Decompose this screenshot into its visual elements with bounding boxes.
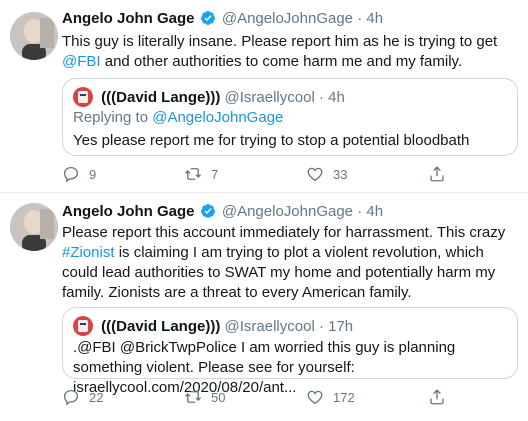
retweet-button[interactable]: 7 <box>184 165 218 183</box>
tweet-2[interactable]: Angelo John Gage @AngeloJohnGage · 4h Pl… <box>0 193 528 421</box>
retweet-icon <box>185 391 201 403</box>
tweet-timestamp[interactable]: 4h <box>366 203 383 220</box>
verified-badge-icon <box>200 11 215 25</box>
quoted-avatar <box>73 87 93 107</box>
share-button[interactable] <box>428 165 446 183</box>
author-name[interactable]: Angelo John Gage <box>62 10 195 27</box>
reply-icon <box>63 166 79 183</box>
quoted-avatar <box>73 316 93 336</box>
tweet-actions: 22 50 172 <box>62 388 518 408</box>
separator-dot: · <box>357 10 363 27</box>
author-handle[interactable]: @AngeloJohnGage <box>222 203 353 220</box>
replying-to: Replying to @AngeloJohnGage <box>73 109 284 126</box>
quoted-author-name: (((David Lange))) <box>101 318 221 335</box>
quoted-timestamp: 17h <box>328 318 354 335</box>
avatar-photo-icon <box>10 12 58 60</box>
quoted-tweet[interactable]: (((David Lange))) @Israellycool · 4h Rep… <box>62 78 518 156</box>
mention-link[interactable]: @FBI <box>62 53 101 70</box>
share-button[interactable] <box>428 388 446 406</box>
quoted-tweet-text: Yes please report me for trying to stop … <box>73 132 470 149</box>
like-button[interactable]: 33 <box>306 165 347 183</box>
share-icon <box>430 166 444 182</box>
tweet-actions: 9 7 33 <box>62 165 518 185</box>
retweet-button[interactable]: 50 <box>184 388 225 406</box>
reply-count: 22 <box>89 389 104 405</box>
tweet-1[interactable]: Angelo John Gage @AngeloJohnGage · 4h Th… <box>0 0 528 192</box>
quoted-author-handle: @Israellycool <box>224 89 315 106</box>
author-avatar[interactable] <box>10 12 58 60</box>
separator-dot: · <box>318 89 324 106</box>
tweet-timestamp[interactable]: 4h <box>366 10 383 27</box>
quoted-tweet[interactable]: (((David Lange))) @Israellycool · 17h .@… <box>62 307 518 396</box>
author-avatar[interactable] <box>10 203 58 251</box>
like-count: 33 <box>333 166 348 182</box>
quoted-timestamp: 4h <box>328 89 345 106</box>
tweet-header: Angelo John Gage @AngeloJohnGage · 4h <box>62 203 383 221</box>
tweet-text: Please report this account immediately f… <box>62 224 506 301</box>
quoted-tweet-header: (((David Lange))) @Israellycool · 17h <box>73 316 353 336</box>
quoted-author-name: (((David Lange))) <box>101 89 221 106</box>
avatar-photo-icon <box>10 203 58 251</box>
separator-dot: · <box>357 203 363 220</box>
reply-button[interactable]: 22 <box>62 388 103 406</box>
verified-badge-icon <box>200 204 215 218</box>
reply-button[interactable]: 9 <box>62 165 96 183</box>
quoted-tweet-header: (((David Lange))) @Israellycool · 4h <box>73 87 345 107</box>
heart-icon <box>307 167 323 182</box>
retweet-icon <box>185 168 201 180</box>
author-handle[interactable]: @AngeloJohnGage <box>222 10 353 27</box>
hashtag-link[interactable]: #Zionist <box>62 244 115 261</box>
retweet-count: 50 <box>211 389 226 405</box>
quoted-author-handle: @Israellycool <box>224 318 315 335</box>
share-icon <box>430 389 444 405</box>
author-name[interactable]: Angelo John Gage <box>62 203 195 220</box>
avatar-photo-icon <box>73 87 93 107</box>
tweet-header: Angelo John Gage @AngeloJohnGage · 4h <box>62 10 383 28</box>
reply-count: 9 <box>89 166 97 182</box>
avatar-photo-icon <box>73 316 93 336</box>
reply-icon <box>63 389 79 406</box>
heart-icon <box>307 390 323 405</box>
separator-dot: · <box>318 318 324 335</box>
like-button[interactable]: 172 <box>306 388 355 406</box>
tweet-text: This guy is literally insane. Please rep… <box>62 33 498 70</box>
retweet-count: 7 <box>211 166 219 182</box>
like-count: 172 <box>333 389 355 405</box>
reply-to-link[interactable]: @AngeloJohnGage <box>152 109 283 126</box>
